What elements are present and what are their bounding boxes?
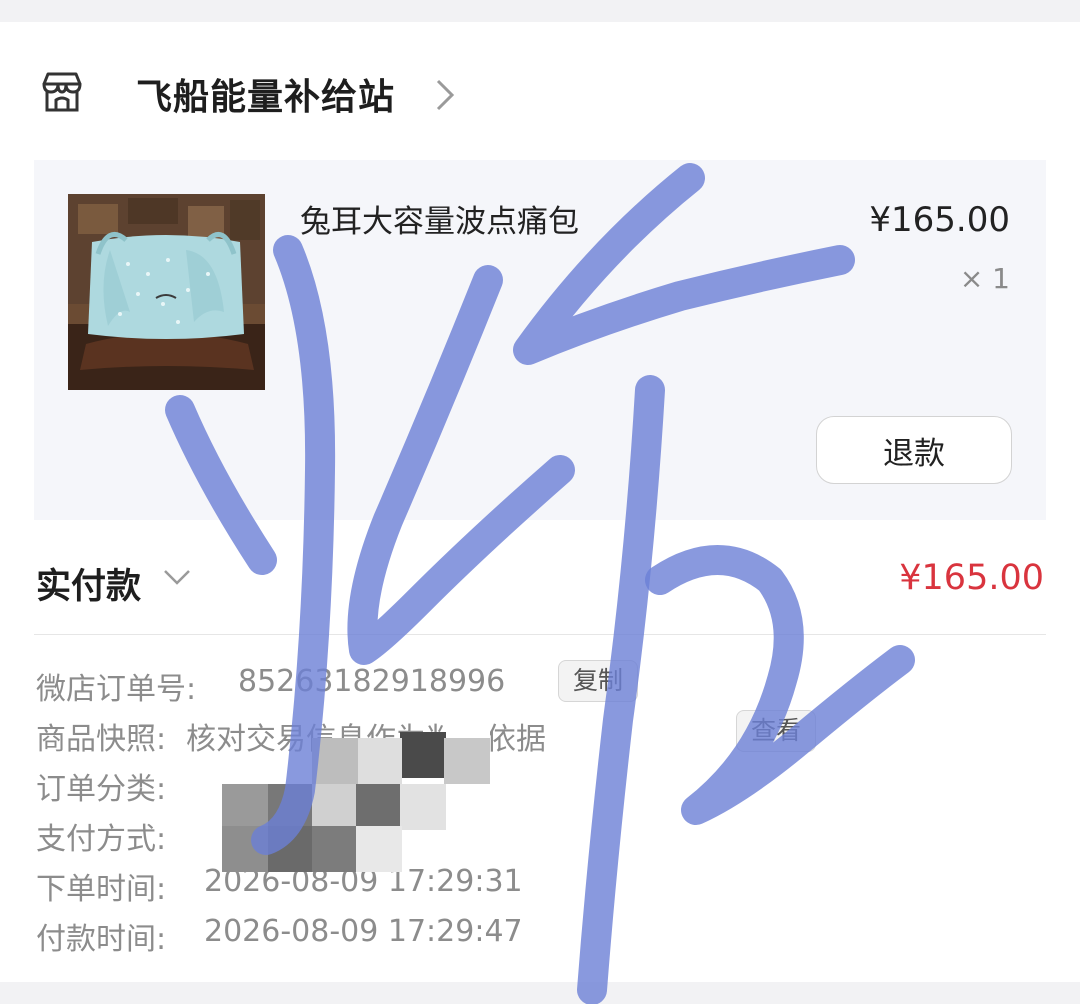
order-number-label: 微店订单号: <box>36 672 197 707</box>
store-icon <box>42 72 82 112</box>
paid-amount-row[interactable]: 实付款 ¥165.00 <box>0 542 1080 622</box>
product-title[interactable]: 兔耳大容量波点痛包 <box>300 196 579 241</box>
pay-time-row: 付款时间: 2026-08-09 17:29:47 <box>36 910 1046 960</box>
privacy-mosaic <box>222 692 492 872</box>
pay-method-row: 支付方式: <box>36 810 1046 860</box>
pay-time-label: 付款时间: <box>36 922 167 957</box>
view-snapshot-button[interactable]: 查看 <box>736 710 817 752</box>
pay-method-label: 支付方式: <box>36 822 167 857</box>
product-quantity: × 1 <box>959 262 1010 295</box>
snapshot-row: 商品快照: 核对交易信息作为判断依据 查看 <box>36 710 1046 760</box>
pay-time-value: 2026-08-09 17:29:47 <box>204 914 523 949</box>
order-time-row: 下单时间: 2026-08-09 17:29:31 <box>36 860 1046 910</box>
order-number-row: 微店订单号: 85263182918996 复制 <box>36 660 1046 710</box>
product-price: ¥165.00 <box>869 200 1010 240</box>
refund-button[interactable]: 退款 <box>816 416 1012 484</box>
shop-name[interactable]: 飞船能量补给站 <box>136 68 395 120</box>
order-item[interactable]: 兔耳大容量波点痛包 ¥165.00 × 1 退款 <box>34 160 1046 520</box>
category-label: 订单分类: <box>36 772 167 807</box>
shop-header[interactable]: 飞船能量补给站 <box>0 22 1080 160</box>
category-row: 订单分类: <box>36 760 1046 810</box>
paid-label: 实付款 <box>36 567 142 607</box>
divider <box>34 634 1046 635</box>
product-thumbnail[interactable] <box>68 194 265 390</box>
paid-amount: ¥165.00 <box>899 558 1044 598</box>
copy-button[interactable]: 复制 <box>558 660 639 702</box>
order-info: 微店订单号: 85263182918996 复制 商品快照: 核对交易信息作为判… <box>36 660 1046 960</box>
order-time-label: 下单时间: <box>36 872 167 907</box>
chevron-down-icon[interactable] <box>162 566 192 588</box>
snapshot-label: 商品快照: <box>36 722 167 757</box>
order-card: 飞船能量补给站 兔耳大容量波点痛包 ¥165.00 × 1 退款 实付款 ¥16… <box>0 22 1080 982</box>
chevron-right-icon[interactable] <box>434 78 456 112</box>
